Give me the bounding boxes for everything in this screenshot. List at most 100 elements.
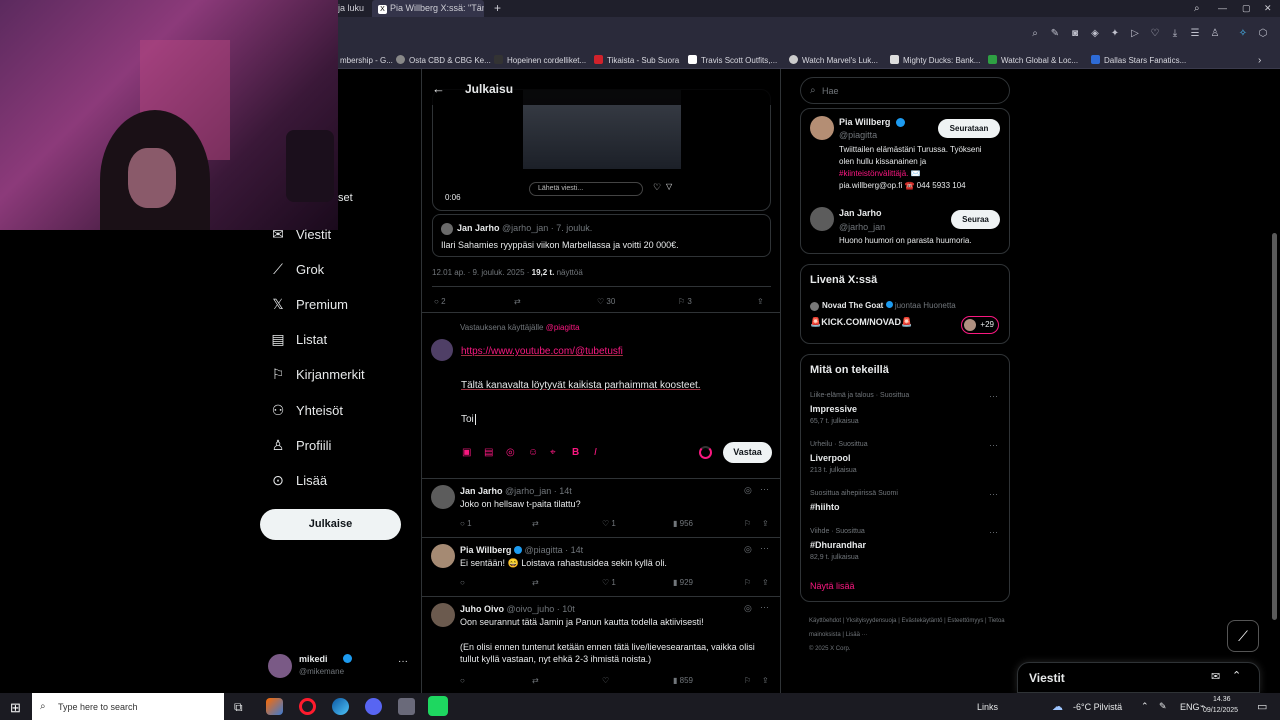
grok-icon[interactable]: ◎ [744,603,752,614]
media-icon[interactable]: ▣ [462,447,471,458]
bookmark-item[interactable]: Watch Global & Loc... [988,52,1078,69]
profile-name[interactable]: Pia Willberg [839,117,890,127]
retweet-icon[interactable]: ⇄ [532,519,539,528]
app-icon[interactable] [428,696,448,716]
page-scrollbar[interactable] [1272,233,1277,620]
footer-link[interactable]: Yksityisyydensuoja [846,618,897,624]
emoji-icon[interactable]: ☺ [528,447,538,458]
footer-link[interactable]: Lisää ··· [846,632,868,638]
profile-bio-hashtag[interactable]: #kiinteistönvälittäjä. ✉️ [839,169,921,178]
italic-icon[interactable]: I [594,447,597,458]
windows-start-icon[interactable]: ⊞ [10,700,21,716]
live-host[interactable]: Novad The Goat [822,301,883,310]
avatar[interactable] [810,207,834,231]
nav-item-bookmarks[interactable]: ⚐ Kirjanmerkit [268,361,365,387]
footer-link[interactable]: Käyttöehdot [809,618,841,624]
bookmark-icon[interactable]: ⚐ [744,676,751,685]
cube-icon[interactable]: ⬡ [1256,27,1270,41]
quoted-post[interactable]: Jan Jarho @jarho_jan · 7. jouluk. Ilari … [432,214,771,257]
more-icon[interactable]: ··· [989,527,998,537]
bookmark-icon[interactable]: ⚐ [744,578,751,587]
bookmark-item[interactable]: Watch Marvel's Luk... [789,52,878,69]
like-action[interactable]: ♡ 1 [602,578,616,587]
grok-icon[interactable]: ◎ [744,485,752,496]
chevron-up-icon[interactable]: ⌃ [1232,669,1241,682]
profile-icon[interactable]: ♙ [1208,27,1222,41]
reply-button[interactable]: Vastaa [723,442,772,463]
bookmark-item[interactable]: mbership - G... [340,52,393,69]
shield-icon[interactable]: ◈ [1088,27,1102,41]
more-icon[interactable]: ··· [398,656,408,667]
pen-icon[interactable]: ✎ [1159,701,1167,712]
bookmark-item[interactable]: Mighty Ducks: Bank... [890,52,980,69]
views-action[interactable]: ▮ 929 [673,578,693,587]
retweet-action[interactable]: ⇄ [514,297,521,306]
retweet-icon[interactable]: ⇄ [532,676,539,685]
like-action[interactable]: ♡ 1 [602,519,616,528]
share-icon[interactable]: ⇪ [762,676,769,685]
bookmark-item[interactable]: Hopeinen cordelliket... [494,52,586,69]
gif-icon[interactable]: ▤ [484,447,493,458]
trend-item[interactable]: Liike-elämä ja talous · Suosittua Impres… [801,388,1009,430]
download-icon[interactable]: ⤓ [1168,27,1182,41]
grok-icon[interactable]: ◎ [744,544,752,555]
minimize-icon[interactable]: — [1212,0,1233,17]
footer-link[interactable]: Evästekäytäntö [901,618,942,624]
reply-post[interactable]: Jan Jarho @jarho_jan · 14t ◎ ··· Joko on… [422,479,780,537]
bookmark-item[interactable]: Travis Scott Outfits,... [688,52,777,69]
reply-icon[interactable]: ○ [460,676,465,685]
more-icon[interactable]: ··· [760,484,769,494]
views-action[interactable]: ▮ 956 [673,519,693,528]
search-icon[interactable]: ⌕ [1028,27,1042,41]
language-indicator[interactable]: ENG [1180,702,1200,712]
search-tabs-icon[interactable]: ⌕ [1188,0,1206,17]
notifications-icon[interactable]: ▭ [1257,700,1267,713]
listener-count[interactable]: +29 [961,316,999,334]
trend-item[interactable]: Suosittua aihepiirissä Suomi #hiihto ··· [801,486,1009,518]
location-icon[interactable]: ⌖ [550,447,556,458]
show-more-link[interactable]: Näytä lisää [810,581,855,591]
retweet-icon[interactable]: ⇄ [532,578,539,587]
nav-item-communities[interactable]: ⚇ Yhteisöt [268,397,343,423]
nav-item-more[interactable]: ⊙ Lisää [268,467,327,493]
taskbar-search-input[interactable]: ⌕ Type here to search [32,693,224,720]
reply-icon[interactable]: ○ [460,578,465,587]
account-switcher[interactable]: mikedi @mikemane ··· [268,652,408,680]
heart-icon[interactable]: ♡ [1148,27,1162,41]
share-icon[interactable]: ⇪ [757,297,764,306]
share-icon[interactable]: ⇪ [762,578,769,587]
discord-icon[interactable] [365,698,382,715]
avatar[interactable] [810,116,834,140]
more-icon[interactable]: ··· [760,602,769,612]
views-action[interactable]: ▮ 859 [673,676,693,685]
like-action[interactable]: ♡ 30 [597,297,615,306]
back-arrow-icon[interactable]: ← [432,81,445,96]
opera-browser-icon[interactable] [299,698,316,715]
footer-link[interactable]: Esteettömyys [947,618,983,624]
bookmark-action[interactable]: ⚐ 3 [678,297,692,306]
bookmark-icon[interactable]: ⚐ [744,519,751,528]
post-button[interactable]: Julkaise [260,509,401,540]
reply-post[interactable]: Pia Willberg @piagitta · 14t ◎ ··· Ei se… [422,538,780,596]
like-icon[interactable]: ♡ [602,676,609,685]
search-input[interactable]: ⌕ Hae [800,77,1010,104]
app-icon[interactable] [398,698,415,715]
camera-icon[interactable]: ◙ [1068,27,1082,41]
replying-to-handle[interactable]: @piagitta [546,323,580,332]
follow-button[interactable]: Seuraa [951,210,1000,229]
chevron-up-icon[interactable]: ⌃ [1141,701,1149,712]
nav-item-grok[interactable]: ⟋ Grok [268,256,324,282]
taskbar-links[interactable]: Links [977,702,998,712]
following-button[interactable]: Seurataan [938,119,1000,138]
bookmark-item[interactable]: Osta CBD & CBG Ke... [396,52,491,69]
trend-item[interactable]: Viihde · Suosittua #Dhurandhar 82,9 t. j… [801,524,1009,566]
reply-action[interactable]: ○ 2 [434,297,446,306]
messages-drawer[interactable]: Viestit ✉ ⌃ [1017,662,1260,693]
new-message-icon[interactable]: ✉ [1211,670,1220,683]
new-tab-icon[interactable]: + [488,0,504,17]
more-icon[interactable]: ··· [989,440,998,450]
bookmark-item[interactable]: Tikaista - Sub Suora [594,52,679,69]
nav-item-premium[interactable]: 𝕏 Premium [268,291,348,317]
menu-icon[interactable]: ☰ [1188,27,1202,41]
reply-post[interactable]: Juho Oivo @oivo_juho · 10t ◎ ··· Oon seu… [422,597,780,692]
